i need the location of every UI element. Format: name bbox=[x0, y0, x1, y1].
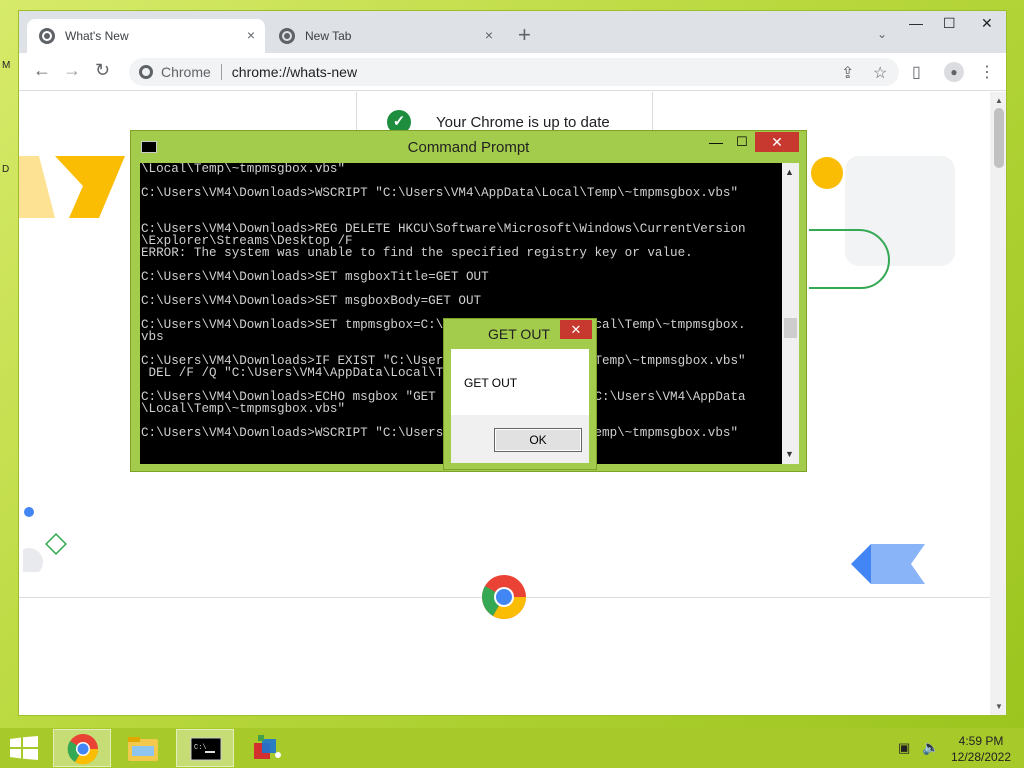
chrome-favicon-icon bbox=[39, 28, 55, 44]
decorative-blue-arrow bbox=[851, 544, 925, 584]
desktop-icon-label-edge[interactable]: D bbox=[2, 164, 9, 175]
message-box-dialog: GET OUT ✕ GET OUT OK bbox=[443, 318, 597, 470]
url-text[interactable]: chrome://whats-new bbox=[232, 64, 357, 80]
console-scrollbar[interactable]: ▲ ▼ bbox=[782, 163, 799, 464]
divider bbox=[220, 64, 222, 80]
taskbar-chrome[interactable] bbox=[53, 729, 111, 767]
maximize-icon[interactable]: ☐ bbox=[729, 134, 755, 154]
app-icon bbox=[254, 735, 281, 759]
taskbar: C:\ ▣ 🔈 4:59 PM 12/28/2022 bbox=[0, 728, 1024, 768]
tab-close-icon[interactable]: × bbox=[247, 27, 255, 43]
taskbar-app[interactable] bbox=[238, 729, 296, 767]
side-panel-icon[interactable]: ▯ bbox=[912, 62, 921, 82]
menu-icon[interactable]: ⋮ bbox=[979, 62, 995, 82]
chrome-site-icon bbox=[139, 65, 153, 79]
dialog-body: GET OUT OK bbox=[451, 349, 589, 463]
bookmark-star-icon[interactable]: ☆ bbox=[873, 63, 887, 83]
dialog-footer: OK bbox=[451, 415, 589, 463]
tab-new-tab[interactable]: New Tab × bbox=[267, 19, 503, 53]
scroll-up-icon[interactable]: ▲ bbox=[785, 167, 794, 177]
new-tab-button[interactable]: + bbox=[518, 24, 531, 46]
console-line: \Local\Temp\~tmpmsgbox.vbs" bbox=[141, 163, 346, 176]
windows-start-icon[interactable] bbox=[10, 736, 38, 760]
update-status-text: Your Chrome is up to date bbox=[436, 114, 610, 131]
address-bar[interactable]: Chrome chrome://whats-new ⇪ ☆ bbox=[129, 58, 899, 86]
site-label: Chrome bbox=[161, 64, 211, 80]
ok-button[interactable]: OK bbox=[494, 428, 582, 452]
console-line: C:\Users\VM4\Downloads>SET msgboxBody=GE… bbox=[141, 294, 482, 308]
tab-title: What's New bbox=[65, 29, 129, 43]
dialog-message: GET OUT bbox=[464, 376, 518, 390]
scroll-thumb[interactable] bbox=[994, 108, 1004, 168]
cmd-titlebar[interactable]: Command Prompt — ☐ ✕ bbox=[131, 131, 806, 163]
scroll-down-icon[interactable]: ▼ bbox=[785, 449, 794, 459]
close-button[interactable]: ✕ bbox=[560, 320, 592, 339]
scroll-down-icon[interactable]: ▼ bbox=[995, 702, 1003, 711]
forward-icon[interactable]: → bbox=[63, 60, 81, 81]
decorative-left-dots bbox=[23, 507, 67, 572]
scroll-up-icon[interactable]: ▲ bbox=[995, 96, 1003, 105]
chrome-icon bbox=[67, 734, 99, 765]
scroll-thumb[interactable] bbox=[784, 318, 797, 338]
desktop-icon-label-edge[interactable]: M bbox=[2, 60, 10, 71]
decorative-shapes-right bbox=[809, 156, 955, 289]
decorative-yellow-shape bbox=[19, 156, 125, 218]
cmd-icon: C:\ bbox=[190, 737, 222, 761]
folder-icon bbox=[128, 737, 158, 761]
reload-icon[interactable]: ↻ bbox=[95, 60, 110, 81]
network-icon[interactable]: ▣ bbox=[898, 740, 910, 756]
page-scrollbar[interactable]: ▲ ▼ bbox=[990, 92, 1006, 715]
minimize-icon[interactable]: — bbox=[703, 134, 729, 154]
console-line: C:\Users\VM4\Downloads>WSCRIPT "C:\Users… bbox=[141, 186, 739, 200]
tab-title: New Tab bbox=[305, 29, 352, 43]
taskbar-file-explorer[interactable] bbox=[114, 729, 172, 767]
console-line: ERROR: The system was unable to find the… bbox=[141, 246, 693, 260]
share-icon[interactable]: ⇪ bbox=[841, 63, 854, 83]
clock-date[interactable]: 12/28/2022 bbox=[948, 750, 1014, 764]
close-icon[interactable]: ✕ bbox=[981, 15, 993, 32]
tab-strip: What's New × New Tab × + ⌄ — ☐ ✕ bbox=[19, 11, 1006, 53]
minimize-icon[interactable]: — bbox=[909, 15, 923, 31]
profile-icon[interactable]: ● bbox=[944, 62, 964, 82]
console-line: C:\Users\VM4\Downloads>SET msgboxTitle=G… bbox=[141, 270, 489, 284]
chrome-logo-icon bbox=[482, 575, 526, 619]
volume-icon[interactable]: 🔈 bbox=[922, 739, 939, 756]
taskbar-command-prompt[interactable]: C:\ bbox=[176, 729, 234, 767]
back-icon[interactable]: ← bbox=[33, 60, 51, 81]
tab-search-icon[interactable]: ⌄ bbox=[877, 27, 887, 41]
tab-close-icon[interactable]: × bbox=[485, 27, 493, 43]
svg-text:C:\: C:\ bbox=[194, 744, 207, 752]
tab-whats-new[interactable]: What's New × bbox=[27, 19, 265, 53]
maximize-icon[interactable]: ☐ bbox=[943, 15, 956, 32]
browser-toolbar: ← → ↻ Chrome chrome://whats-new ⇪ ☆ ▯ ● … bbox=[19, 53, 1006, 91]
close-button[interactable]: ✕ bbox=[755, 132, 799, 152]
chrome-favicon-icon bbox=[279, 28, 295, 44]
clock-time[interactable]: 4:59 PM bbox=[956, 734, 1006, 748]
